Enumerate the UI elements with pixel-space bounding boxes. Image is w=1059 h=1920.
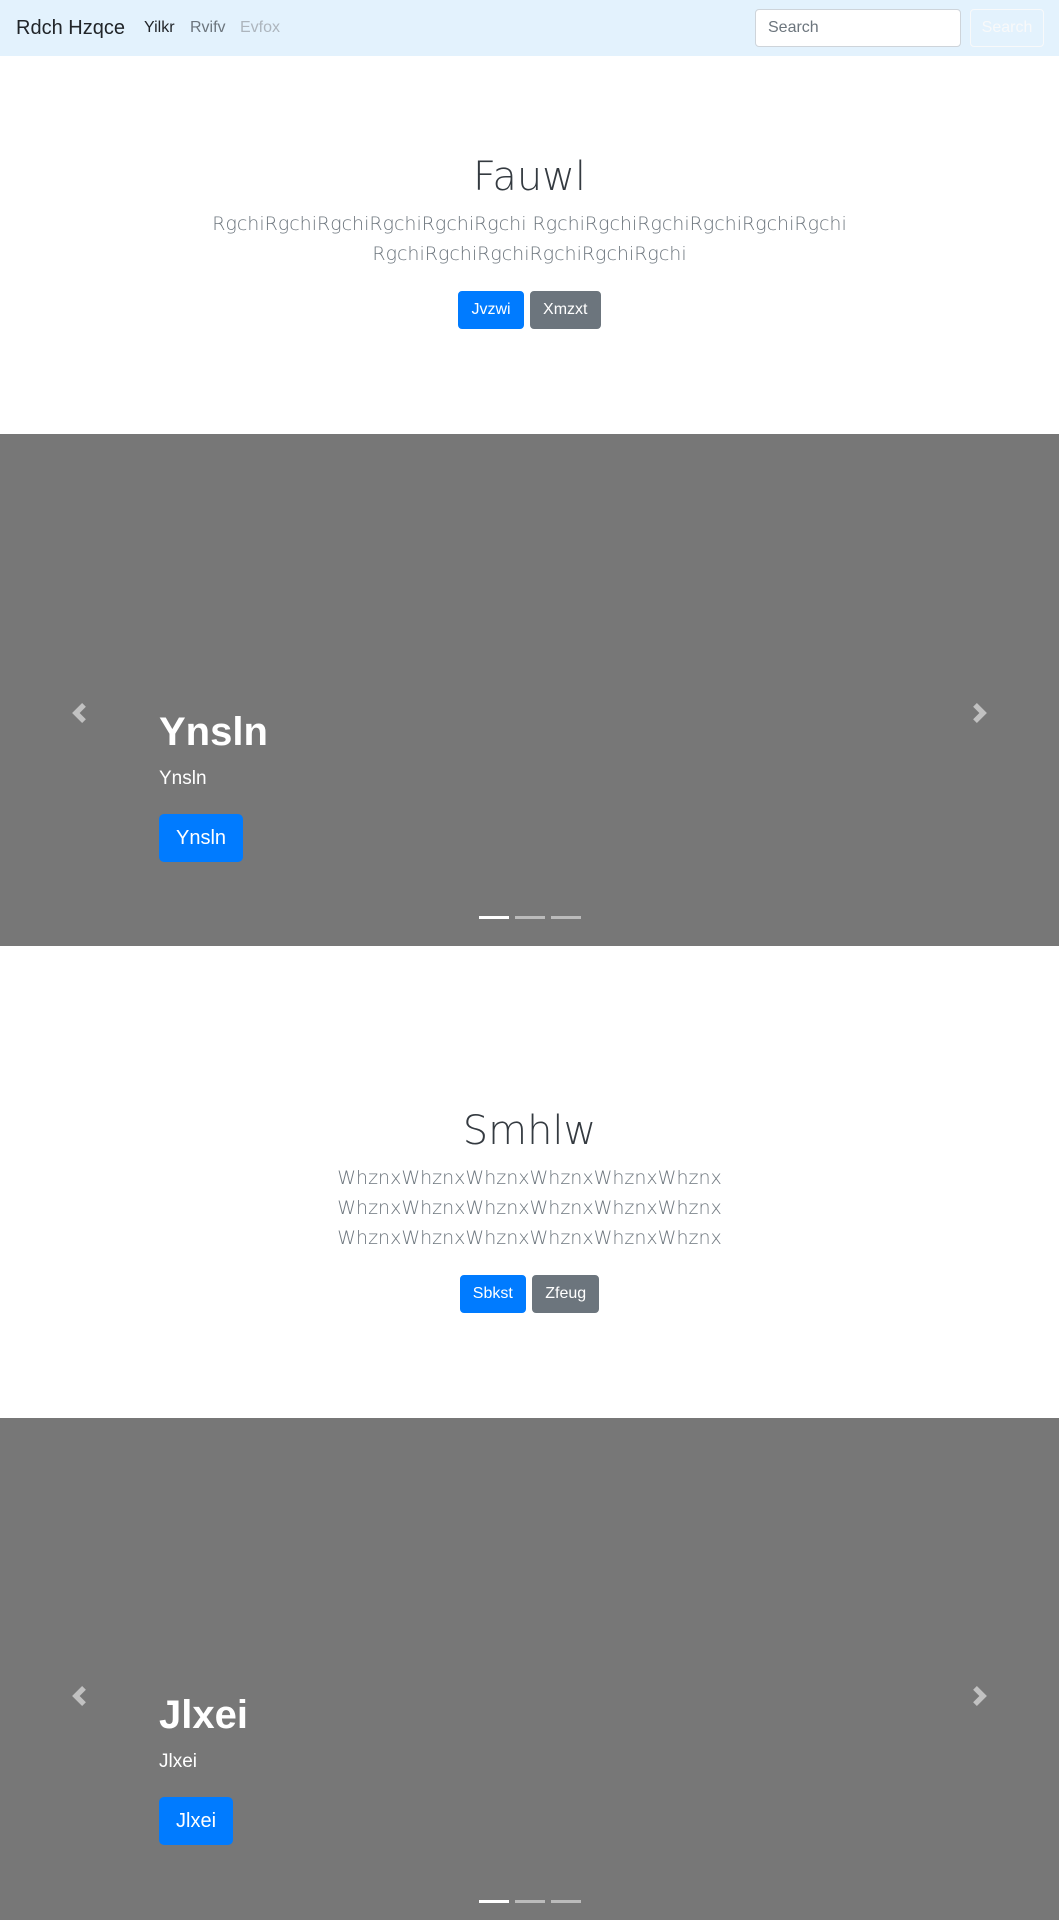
hero-lead-line-1: WhznxWhznxWhznxWhznxWhznxWhznx [337, 1167, 722, 1189]
carousel-2: Jlxei Jlxei Jlxei [0, 1418, 1059, 1920]
carousel-indicator[interactable] [478, 1900, 509, 1903]
carousel-caption: Ynsln Ynsln Ynsln [159, 708, 268, 862]
carousel-indicator[interactable] [550, 1900, 581, 1903]
hero-lead: WhznxWhznxWhznxWhznxWhznxWhznx WhznxWhzn… [0, 1163, 1059, 1253]
hero-secondary-button[interactable]: Xmzxt [530, 291, 601, 329]
nav-link-evfox: Evfox [240, 19, 281, 36]
hero-lead-line-1: RgchiRgchiRgchiRgchiRgchiRgchi RgchiRgch… [212, 213, 847, 235]
navbar: Rdch Hzqce Yilkr Rvifv Evfox Search [0, 0, 1059, 56]
carousel-text: Ynsln [159, 768, 207, 789]
nav-link-rvifv[interactable]: Rvifv [190, 17, 226, 39]
carousel-indicators [0, 1900, 1059, 1906]
carousel-prev-control[interactable] [59, 1673, 99, 1713]
search-button[interactable]: Search [970, 9, 1044, 47]
carousel-heading: Jlxei [159, 1693, 248, 1737]
chevron-right-icon [973, 703, 987, 723]
hero-section-2: Smhlw WhznxWhznxWhznxWhznxWhznxWhznx Whz… [0, 1107, 1059, 1313]
carousel-caption: Jlxei Jlxei Jlxei [159, 1691, 248, 1845]
carousel-indicator[interactable] [514, 916, 545, 919]
carousel-next-control[interactable] [960, 690, 1000, 730]
carousel-text: Jlxei [159, 1751, 198, 1772]
carousel-indicator[interactable] [478, 916, 509, 919]
search-input[interactable] [755, 9, 961, 47]
hero-lead-line-2: RgchiRgchiRgchiRgchiRgchiRgchi [372, 243, 687, 265]
carousel-heading: Ynsln [159, 710, 268, 754]
carousel-button[interactable]: Jlxei [159, 1797, 234, 1845]
hero-buttons: Sbkst Zfeug [0, 1275, 1059, 1313]
carousel-indicator[interactable] [514, 1900, 545, 1903]
carousel-button[interactable]: Ynsln [159, 814, 244, 862]
carousel-1: Ynsln Ynsln Ynsln [0, 434, 1059, 946]
carousel-prev-control[interactable] [59, 690, 99, 730]
hero-lead-line-2: WhznxWhznxWhznxWhznxWhznxWhznx [337, 1197, 722, 1219]
carousel-indicators [0, 916, 1059, 922]
hero-lead: RgchiRgchiRgchiRgchiRgchiRgchi RgchiRgch… [0, 209, 1059, 269]
chevron-left-icon [72, 1686, 86, 1706]
hero-section-1: Fauwl RgchiRgchiRgchiRgchiRgchiRgchi Rgc… [0, 153, 1059, 329]
navbar-brand[interactable]: Rdch Hzqce [16, 14, 125, 42]
nav-link-yilkr[interactable]: Yilkr [144, 17, 175, 39]
hero-buttons: Jvzwi Xmzxt [0, 291, 1059, 329]
chevron-right-icon [973, 1686, 987, 1706]
hero-title: Smhlw [462, 1108, 597, 1154]
hero-lead-line-3: WhznxWhznxWhznxWhznxWhznxWhznx [337, 1227, 722, 1249]
carousel-next-control[interactable] [960, 1673, 1000, 1713]
hero-primary-button[interactable]: Sbkst [459, 1275, 526, 1313]
hero-secondary-button[interactable]: Zfeug [532, 1275, 600, 1313]
hero-title: Fauwl [472, 154, 587, 200]
carousel-indicator[interactable] [550, 916, 581, 919]
chevron-left-icon [72, 703, 86, 723]
hero-primary-button[interactable]: Jvzwi [458, 291, 524, 329]
